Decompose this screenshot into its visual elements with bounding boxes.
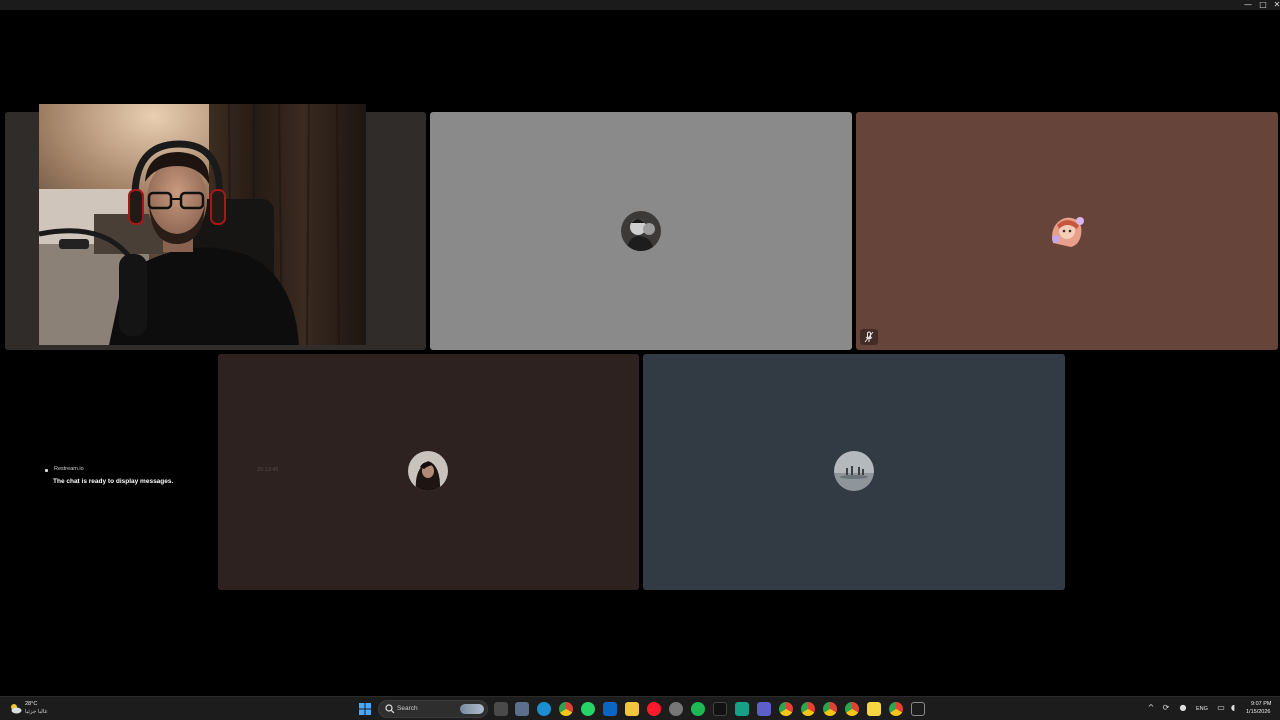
chrome-icon[interactable] xyxy=(559,702,573,716)
avatar-woman-dark-icon xyxy=(408,451,448,491)
active-app-icon[interactable] xyxy=(757,702,771,716)
chevron-up-icon[interactable]: ^ xyxy=(1146,703,1156,713)
weather-description[interactable]: غالبا جزئيا xyxy=(25,709,47,715)
weather-temperature[interactable]: 28°C xyxy=(25,701,37,707)
mic-muted-icon xyxy=(860,329,878,345)
chat-source: Restream.io xyxy=(54,466,84,472)
chat-message: The chat is ready to display messages. xyxy=(53,478,174,485)
taskbar: 28°C غالبا جزئيا Search ^ ⟳ ● ENG ▭ ◖ 9:… xyxy=(0,696,1280,720)
participant-tile-5[interactable] xyxy=(643,354,1065,590)
search-placeholder: Search xyxy=(397,705,418,712)
language-indicator[interactable]: ENG xyxy=(1196,706,1208,712)
window-titlebar: — □ ✕ xyxy=(0,0,1280,10)
chrome-profile-5-icon[interactable] xyxy=(889,702,903,716)
tiktok-icon[interactable] xyxy=(713,702,727,716)
edge-browser-icon[interactable] xyxy=(537,702,551,716)
partly-cloudy-icon[interactable] xyxy=(9,702,22,715)
webcam-person-image xyxy=(39,104,366,345)
participant-tile-3[interactable] xyxy=(856,112,1278,350)
clock-date[interactable]: 1/15/2026 xyxy=(1246,709,1270,715)
taskbar-search-box[interactable]: Search xyxy=(378,700,488,718)
opera-icon[interactable] xyxy=(647,702,661,716)
microphone-icon[interactable]: ● xyxy=(1178,703,1188,713)
widgets-icon[interactable] xyxy=(515,702,529,716)
sticky-notes-icon[interactable] xyxy=(867,702,881,716)
windows-start-icon[interactable] xyxy=(358,702,372,716)
timestamp-text: 20:13:45 xyxy=(257,467,279,473)
maximize-button[interactable]: □ xyxy=(1256,0,1270,10)
chrome-profile-4-icon[interactable] xyxy=(845,702,859,716)
chrome-profile-1-icon[interactable] xyxy=(779,702,793,716)
participant-video-feed xyxy=(39,104,366,345)
linkedin-icon[interactable] xyxy=(603,702,617,716)
app-circle-icon[interactable] xyxy=(669,702,683,716)
participant-tile-2[interactable] xyxy=(430,112,852,350)
minimize-button[interactable]: — xyxy=(1241,0,1255,10)
meeting-window: — □ ✕ 20:13:45 Restream.io The chat is r… xyxy=(0,0,1280,720)
clock-time[interactable]: 9:07 PM xyxy=(1251,701,1271,707)
search-highlight-icon xyxy=(460,704,484,714)
sync-icon[interactable]: ⟳ xyxy=(1161,703,1171,713)
whatsapp-icon[interactable] xyxy=(581,702,595,716)
search-icon xyxy=(385,704,395,714)
avatar-man-dark-icon xyxy=(621,211,661,251)
file-explorer-icon[interactable] xyxy=(625,702,639,716)
chrome-profile-2-icon[interactable] xyxy=(801,702,815,716)
avatar-landscape-icon xyxy=(834,451,874,491)
chat-bullet-icon xyxy=(45,469,48,472)
participant-tile-4[interactable] xyxy=(218,354,639,590)
volume-icon[interactable]: ◖ xyxy=(1228,703,1238,713)
network-icon[interactable]: ▭ xyxy=(1216,703,1226,713)
avatar-anime-girl-icon xyxy=(1047,211,1087,251)
chrome-profile-3-icon[interactable] xyxy=(823,702,837,716)
app-outline-icon[interactable] xyxy=(911,702,925,716)
close-button[interactable]: ✕ xyxy=(1270,0,1280,10)
task-view-icon[interactable] xyxy=(494,702,508,716)
spotify-icon[interactable] xyxy=(691,702,705,716)
app-green-icon[interactable] xyxy=(735,702,749,716)
